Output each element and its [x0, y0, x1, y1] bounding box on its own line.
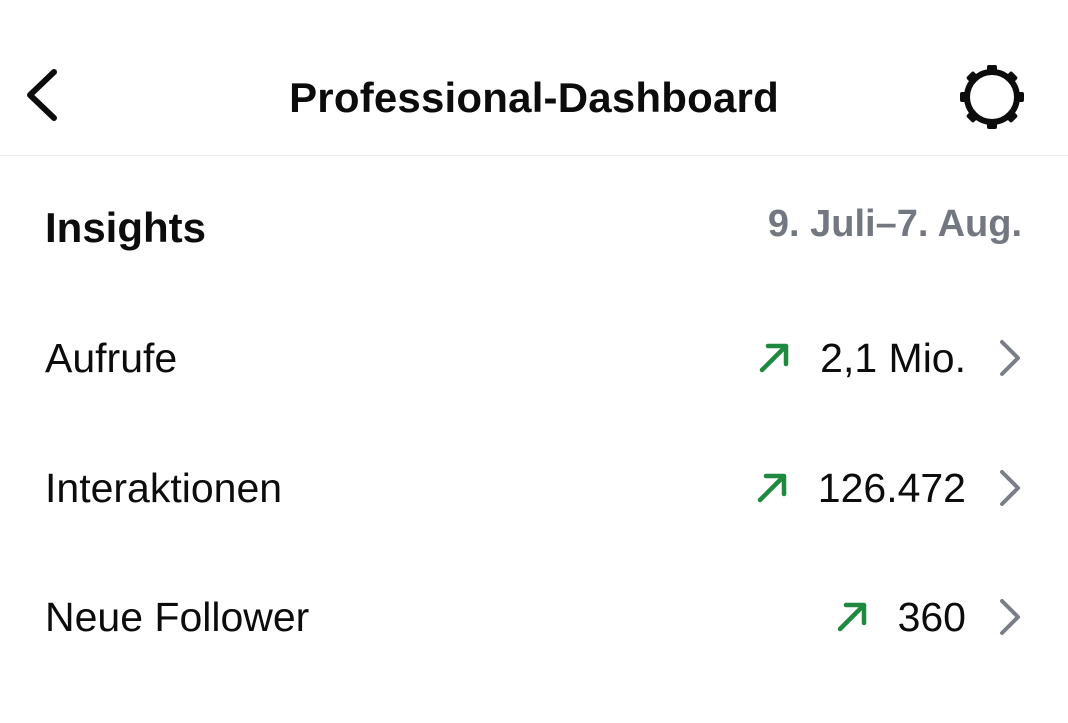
trend-up-arrow-icon	[832, 597, 872, 637]
insights-heading: Insights	[45, 204, 207, 251]
metric-value: 2,1 Mio.	[820, 335, 966, 381]
metric-label: Aufrufe	[45, 335, 178, 381]
metric-row-neue-follower[interactable]: Neue Follower 360	[0, 567, 1068, 667]
page-title: Professional-Dashboard	[289, 74, 779, 121]
metric-summary: 2,1 Mio.	[754, 330, 1024, 386]
chevron-right-icon	[996, 595, 1024, 639]
metric-label: Neue Follower	[45, 594, 310, 640]
trend-up-arrow-icon	[754, 338, 794, 378]
metric-value: 360	[897, 594, 966, 640]
metric-summary: 360	[832, 589, 1024, 645]
gear-icon	[960, 65, 1024, 129]
metric-label: Interaktionen	[45, 465, 283, 511]
insights-section-header: Insights 9. Juli–7. Aug.	[0, 190, 1068, 260]
trend-up-arrow-icon	[752, 468, 792, 508]
metric-row-aufrufe[interactable]: Aufrufe 2,1 Mio.	[0, 308, 1068, 408]
metric-row-interaktionen[interactable]: Interaktionen 126.472	[0, 438, 1068, 538]
chevron-right-icon	[996, 336, 1024, 380]
top-navigation-bar: Professional-Dashboard	[0, 0, 1068, 156]
metric-summary: 126.472	[752, 460, 1024, 516]
metric-value: 126.472	[817, 465, 966, 511]
date-range: 9. Juli–7. Aug.	[767, 203, 1022, 245]
settings-button[interactable]	[952, 61, 1032, 133]
chevron-right-icon	[996, 466, 1024, 510]
professional-dashboard-screen: Professional-Dashboard Insights 9. Juli–…	[0, 0, 1068, 723]
